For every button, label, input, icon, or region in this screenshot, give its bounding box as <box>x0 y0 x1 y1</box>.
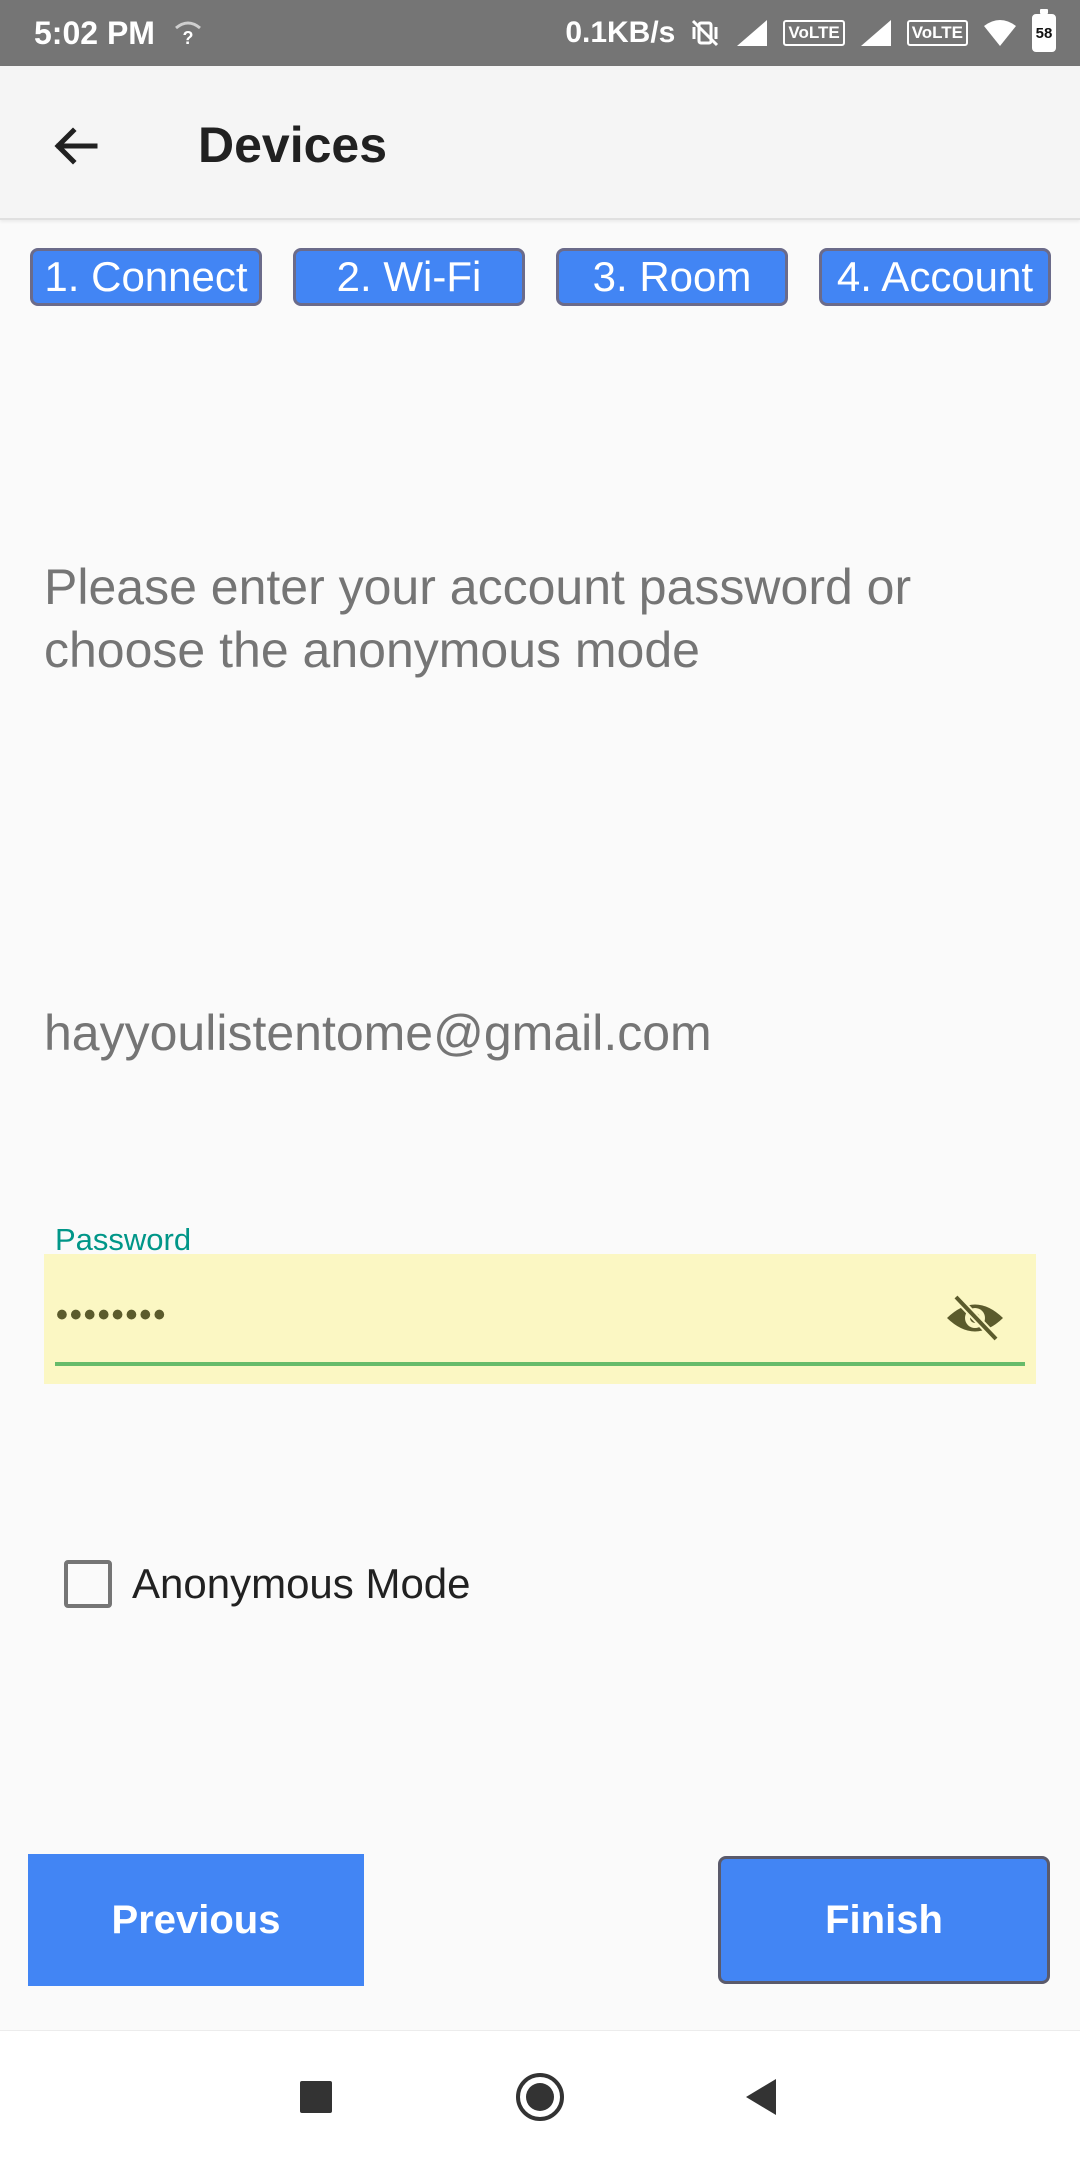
arrow-back-icon[interactable] <box>44 114 108 178</box>
password-field[interactable]: •••••••• <box>44 1254 1036 1384</box>
app-bar: Devices <box>0 66 1080 220</box>
status-bar: 5:02 PM ? 0.1KB/s VoLTE VoLTE 58 <box>0 0 1080 66</box>
battery-level: 58 <box>1035 24 1053 42</box>
tab-step-account[interactable]: 4. Account <box>819 248 1051 306</box>
mute-vibrate-icon <box>689 17 721 49</box>
password-value: •••••••• <box>56 1296 168 1334</box>
instruction-text: Please enter your account password or ch… <box>44 559 912 678</box>
system-nav-bar <box>0 2030 1080 2160</box>
volte-badge: VoLTE <box>783 20 845 46</box>
tab-step-connect[interactable]: 1. Connect <box>30 248 262 306</box>
battery-icon: 58 <box>1032 9 1056 52</box>
eye-off-icon[interactable] <box>942 1290 1008 1346</box>
svg-text:?: ? <box>182 28 193 48</box>
home-circle-icon[interactable] <box>510 2067 570 2127</box>
back-triangle-icon[interactable] <box>732 2067 792 2127</box>
anonymous-mode-row[interactable]: Anonymous Mode <box>64 1560 471 1608</box>
recents-square-icon[interactable] <box>286 2067 346 2127</box>
password-label: Password <box>55 1222 192 1257</box>
account-email: hayyoulistentome@gmail.com <box>44 1005 712 1061</box>
wifi-icon <box>982 18 1018 48</box>
status-time: 5:02 PM <box>34 14 155 51</box>
finish-button[interactable]: Finish <box>718 1856 1050 1984</box>
page-title: Devices <box>198 117 388 173</box>
unknown-wifi-icon: ? <box>173 18 203 48</box>
tab-step-wifi[interactable]: 2. Wi-Fi <box>293 248 525 306</box>
step-tabs: 1. Connect 2. Wi-Fi 3. Room 4. Account <box>30 248 1051 306</box>
previous-button[interactable]: Previous <box>28 1854 364 1986</box>
anonymous-mode-checkbox[interactable] <box>64 1560 112 1608</box>
network-speed: 0.1KB/s <box>565 16 676 49</box>
tab-step-room[interactable]: 3. Room <box>556 248 788 306</box>
password-underline <box>55 1362 1025 1366</box>
signal-icon <box>735 18 769 48</box>
signal-icon <box>859 18 893 48</box>
anonymous-mode-label: Anonymous Mode <box>132 1560 471 1607</box>
volte-badge: VoLTE <box>906 20 968 46</box>
